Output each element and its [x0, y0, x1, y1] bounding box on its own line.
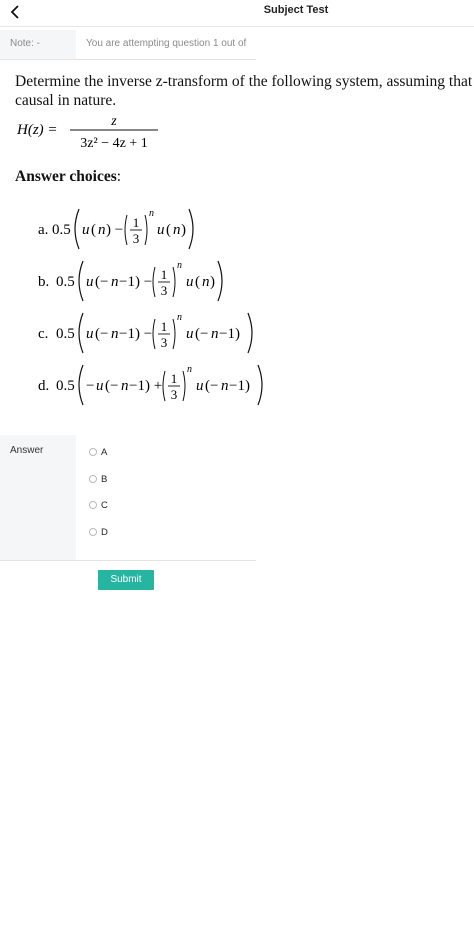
svg-text:u: u [86, 274, 94, 290]
svg-text:(−: (− [105, 378, 118, 394]
option-c[interactable]: C [89, 499, 108, 513]
svg-text:n: n [98, 222, 106, 238]
note-label: Note: - [0, 30, 76, 60]
option-c-label: C [101, 500, 108, 511]
svg-text:): ) [181, 222, 186, 238]
svg-text:1: 1 [133, 215, 140, 230]
svg-text:n: n [187, 364, 192, 375]
svg-text:u: u [157, 222, 165, 238]
answer-label: Answer [0, 435, 76, 560]
svg-text:(−: (− [95, 326, 108, 342]
svg-text:n: n [211, 326, 219, 342]
svg-text:u: u [186, 326, 194, 342]
svg-text:0.5: 0.5 [56, 274, 75, 290]
choice-c: c. 0.5 u (− n −1) − 1 3 n u (− n −1) [38, 312, 253, 354]
option-a[interactable]: A [89, 446, 107, 460]
option-d-label: D [101, 527, 108, 538]
choice-b-label: b. [38, 274, 49, 290]
choice-d-label: d. [38, 378, 49, 394]
svg-text:n: n [111, 274, 119, 290]
svg-text:−1): −1) [229, 378, 250, 394]
svg-text:n: n [149, 208, 154, 219]
svg-text:n: n [111, 326, 119, 342]
choice-d: d. 0.5 − u (− n −1) + 1 3 n u (− n −1) [38, 364, 263, 406]
svg-text:1: 1 [171, 371, 178, 386]
svg-text:0.5: 0.5 [56, 326, 75, 342]
radio-a[interactable] [89, 448, 97, 457]
formula-numerator: z [110, 114, 117, 129]
svg-text:3: 3 [133, 231, 140, 246]
svg-text:u: u [86, 326, 94, 342]
svg-text:(: ( [195, 274, 200, 290]
svg-text:u: u [82, 222, 90, 238]
svg-text:1: 1 [161, 267, 168, 282]
top-bar: Subject Test [0, 0, 474, 27]
svg-text:(−: (− [205, 378, 218, 394]
svg-text:0.5: 0.5 [56, 378, 75, 394]
svg-text:−1) −: −1) − [119, 326, 152, 342]
svg-text:−: − [86, 378, 94, 394]
svg-text:(: ( [91, 222, 96, 238]
svg-text:3: 3 [161, 283, 168, 298]
svg-text:n: n [221, 378, 229, 394]
page-title: Subject Test [263, 4, 329, 16]
formula-denominator: 3z² − 4z + 1 [80, 136, 147, 151]
choice-b: b. 0.5 u (− n −1) − 1 3 n u ( n ) [38, 260, 223, 302]
radio-c[interactable] [89, 501, 97, 510]
svg-text:(: ( [166, 222, 171, 238]
svg-text:−1): −1) [219, 326, 240, 342]
svg-text:n: n [121, 378, 129, 394]
question-line-1: Determine the inverse z-transform of the… [15, 73, 474, 90]
option-a-label: A [101, 447, 108, 458]
svg-text:u: u [196, 378, 204, 394]
submit-button[interactable]: Submit [98, 570, 154, 590]
svg-text:): ) [210, 274, 215, 290]
svg-text:(−: (− [95, 274, 108, 290]
svg-text:) −: ) − [106, 222, 123, 238]
svg-text:1: 1 [161, 319, 168, 334]
radio-b[interactable] [89, 475, 97, 484]
option-b[interactable]: B [89, 473, 107, 487]
svg-text:0.5: 0.5 [52, 222, 71, 238]
formula-lhs: H(z) = [16, 122, 58, 138]
svg-text:(−: (− [195, 326, 208, 342]
choice-c-label: c. [38, 326, 48, 342]
svg-text:−1) −: −1) − [119, 274, 152, 290]
option-d[interactable]: D [89, 526, 108, 540]
svg-text:n: n [202, 274, 210, 290]
svg-text:u: u [186, 274, 194, 290]
note-row: Note: - You are attempting question 1 ou… [0, 30, 474, 60]
svg-text:n: n [177, 312, 182, 323]
svg-text:n: n [173, 222, 181, 238]
answer-section: Answer A B C D [0, 435, 256, 561]
svg-text:n: n [177, 260, 182, 271]
note-text: You are attempting question 1 out of [76, 30, 256, 60]
choice-a: a. 0.5 u ( n ) − 1 3 n u ( n ) [38, 208, 194, 250]
svg-text:u: u [96, 378, 104, 394]
choice-a-label: a. [38, 222, 48, 238]
transfer-function-formula: H(z) = z 3z² − 4z + 1 [16, 114, 158, 151]
answer-choices-heading: Answer choices: [15, 168, 122, 185]
question-text: Determine the inverse z-transform of the… [15, 72, 474, 110]
question-line-2: causal in nature. [15, 92, 117, 109]
radio-d[interactable] [89, 528, 97, 537]
svg-text:3: 3 [161, 335, 168, 350]
option-b-label: B [101, 474, 108, 485]
svg-text:−1) +: −1) + [129, 378, 162, 394]
svg-text:3: 3 [171, 387, 178, 402]
